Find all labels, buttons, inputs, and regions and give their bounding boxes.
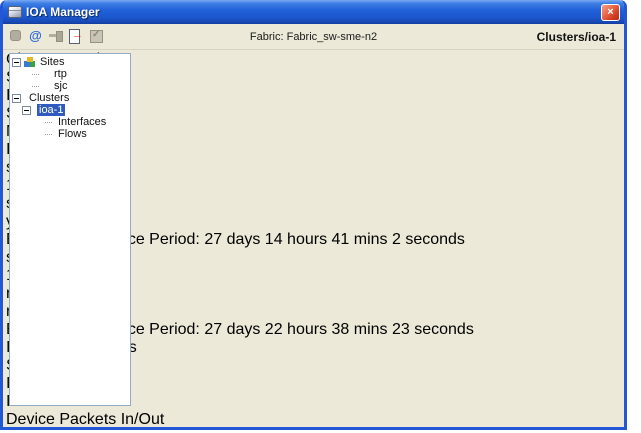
tree-connector xyxy=(32,85,39,87)
tree-connector xyxy=(32,73,39,75)
window-title: IOA Manager xyxy=(26,5,100,19)
column-header-device-bytes[interactable]: Device Bytes In/Out xyxy=(6,429,621,430)
tree-item-sites[interactable]: Sites xyxy=(12,56,130,68)
screenshot-canvas: IOA Manager Fabric: Fabric_sw-sme-n2 Clu… xyxy=(0,0,641,433)
main-content: Sites rtp sjc Clusters ioa-1 Interfaces … xyxy=(6,51,621,427)
tree-connector xyxy=(45,133,52,135)
site-database-icon xyxy=(40,81,49,91)
tree-item-label[interactable]: rtp xyxy=(52,68,69,80)
close-icon[interactable] xyxy=(601,3,620,21)
site-database-icon xyxy=(40,69,49,79)
tree-item-ioa-1[interactable]: ioa-1 xyxy=(12,104,130,116)
sites-icon xyxy=(24,56,35,68)
context-breadcrumb: Clusters/ioa-1 xyxy=(536,30,616,44)
tree-item-rtp[interactable]: rtp xyxy=(12,68,130,80)
tree-item-label[interactable]: Flows xyxy=(56,128,89,140)
collapse-minus-icon[interactable] xyxy=(12,57,21,67)
tree-item-label[interactable]: Clusters xyxy=(27,92,71,104)
tree-item-clusters[interactable]: Clusters xyxy=(12,92,130,104)
tree-item-label[interactable]: Interfaces xyxy=(56,116,108,128)
tree-connector xyxy=(45,121,52,123)
column-header-device-packets[interactable]: Device Packets In/Out xyxy=(6,411,621,427)
tree-item-interfaces[interactable]: Interfaces xyxy=(12,116,130,128)
tree-item-sjc[interactable]: sjc xyxy=(12,80,130,92)
navigation-tree: Sites rtp sjc Clusters ioa-1 Interfaces … xyxy=(9,53,131,406)
title-bar[interactable]: IOA Manager xyxy=(3,0,624,24)
app-icon xyxy=(8,6,22,18)
toolbar: Fabric: Fabric_sw-sme-n2 Clusters/ioa-1 xyxy=(3,24,624,50)
tree-item-label[interactable]: Sites xyxy=(38,56,66,68)
collapse-minus-icon[interactable] xyxy=(12,93,21,103)
collapse-minus-icon[interactable] xyxy=(22,105,31,115)
tree-item-label[interactable]: sjc xyxy=(52,80,69,92)
fabric-label: Fabric: Fabric_sw-sme-n2 xyxy=(249,31,378,43)
ioa-manager-window: IOA Manager Fabric: Fabric_sw-sme-n2 Clu… xyxy=(0,0,627,430)
tree-item-flows[interactable]: Flows xyxy=(12,128,130,140)
tree-item-label[interactable]: ioa-1 xyxy=(37,104,66,116)
